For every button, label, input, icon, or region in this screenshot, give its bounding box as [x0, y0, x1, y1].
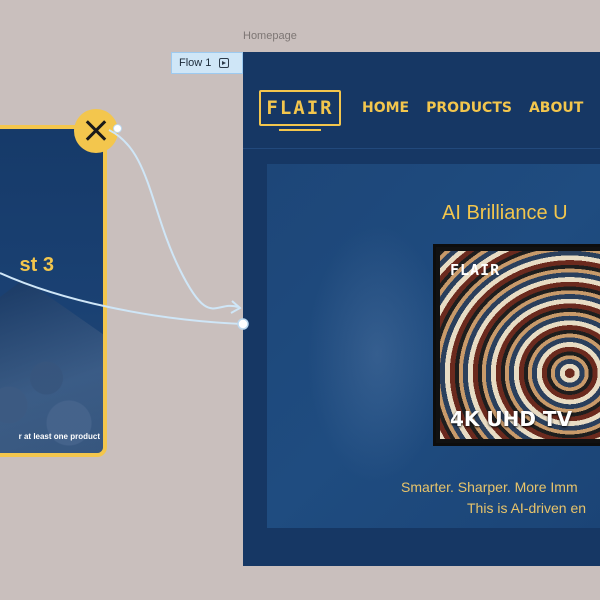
tagline-2: This is AI-driven en — [467, 500, 587, 516]
nav-products[interactable]: PRODUCTS — [426, 100, 512, 116]
connector-arrowhead — [230, 300, 242, 314]
main-nav: HOME PRODUCTS ABOUT — [362, 100, 583, 116]
hero-heading: AI Brilliance U — [442, 202, 568, 224]
homepage-frame[interactable]: FLAIR HOME PRODUCTS ABOUT AI Brilliance … — [243, 52, 600, 566]
frame-label-homepage[interactable]: Homepage — [243, 30, 297, 42]
left-frame-card[interactable]: st 3 r at least one product — [0, 125, 107, 457]
header-divider — [243, 148, 600, 149]
tv-brand: FLAIR — [450, 261, 501, 279]
flow-chip[interactable]: Flow 1 — [171, 52, 243, 74]
connection-handle[interactable] — [113, 124, 122, 133]
close-icon[interactable] — [74, 109, 122, 153]
flow-label: Flow 1 — [179, 57, 212, 69]
connector-line-1 — [108, 129, 239, 310]
mountain-image — [0, 279, 103, 453]
nav-about[interactable]: ABOUT — [529, 100, 583, 116]
nav-home[interactable]: HOME — [362, 100, 409, 116]
tv-product-image[interactable]: FLAIR 4K UHD TV — [433, 244, 600, 446]
left-frame-note: r at least one product — [18, 432, 100, 441]
left-frame-title: st 3 — [19, 254, 54, 276]
play-icon[interactable] — [219, 58, 230, 68]
tv-label: 4K UHD TV — [450, 407, 573, 431]
flair-logo[interactable]: FLAIR — [259, 90, 341, 126]
hero-background-figure — [307, 224, 447, 484]
logo-underline — [279, 129, 321, 131]
tagline-1: Smarter. Sharper. More Imm — [401, 479, 578, 495]
